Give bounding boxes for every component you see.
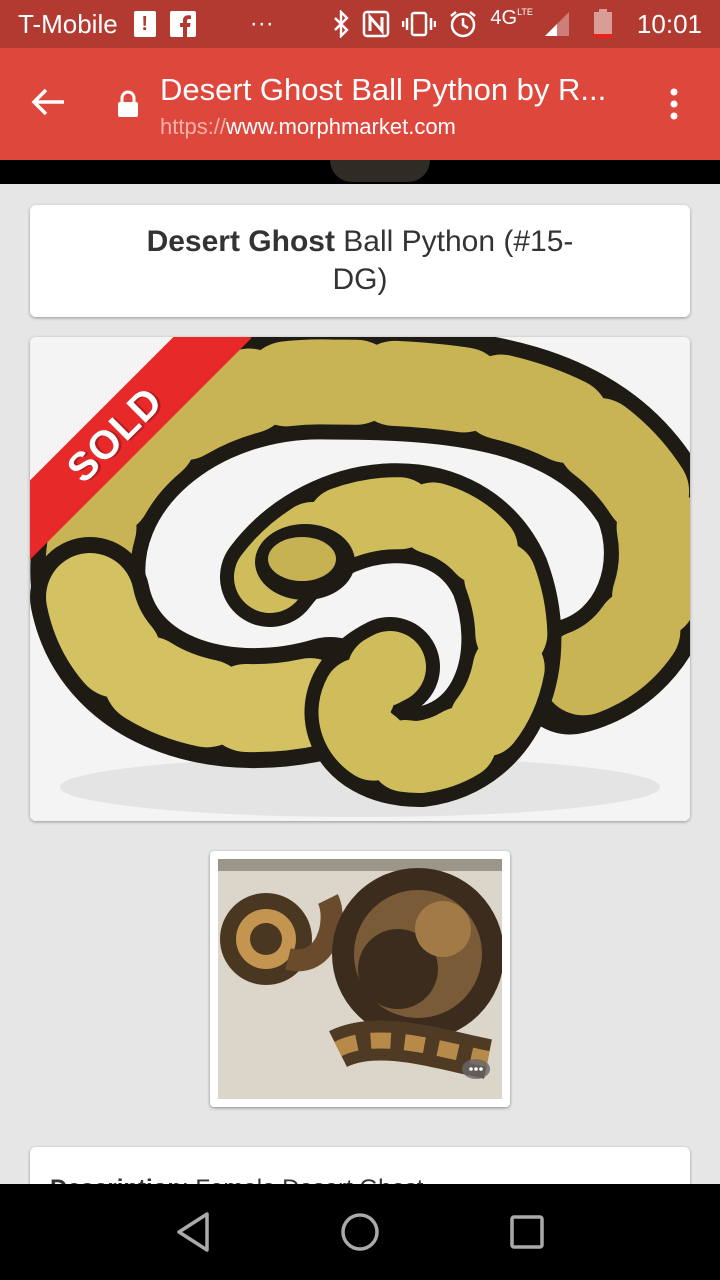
hatchlings-photo: [218, 859, 502, 1099]
carrier-label: T-Mobile: [18, 8, 118, 39]
listing-title-bold: Desert Ghost: [146, 225, 335, 258]
thumbnail-photo[interactable]: [210, 851, 510, 1107]
main-photo[interactable]: SOLD: [30, 337, 690, 821]
nav-home-icon[interactable]: [338, 1210, 382, 1254]
more-notifications-icon: ···: [249, 10, 274, 37]
nav-recents-icon[interactable]: [507, 1212, 547, 1252]
back-arrow-icon[interactable]: [28, 82, 68, 122]
alert-icon: !: [133, 11, 156, 37]
bluetooth-icon: [334, 10, 350, 38]
listing-title-card: Desert Ghost Ball Python (#15-DG): [30, 205, 690, 317]
nfc-icon: [363, 10, 390, 38]
system-nav-bar: [0, 1184, 720, 1280]
nav-back-icon[interactable]: [173, 1210, 213, 1254]
page-title[interactable]: Desert Ghost Ball Python by R...: [160, 72, 630, 108]
alarm-icon: [450, 11, 477, 38]
browser-toolbar: Desert Ghost Ball Python by R... https:/…: [0, 48, 720, 160]
network-sub-label: LTE: [517, 7, 533, 17]
listing-title-rest: Ball Python (#15-DG): [332, 225, 574, 296]
battery-icon: [593, 9, 612, 38]
signal-icon: [544, 12, 569, 36]
network-type-label: 4G: [490, 6, 518, 29]
vibrate-icon: [402, 11, 437, 37]
lock-icon: [118, 90, 138, 117]
listing-title: Desert Ghost Ball Python (#15-DG): [120, 223, 600, 299]
url-host: www.morphmarket.com: [226, 114, 456, 139]
clock: 10:01: [636, 8, 702, 39]
status-bar: T-Mobile ! ··· 4G LTE 10:01: [0, 0, 720, 48]
overflow-menu-icon[interactable]: [664, 86, 684, 122]
header-image-strip: [0, 160, 720, 184]
facebook-icon: [169, 11, 196, 37]
url-scheme: https://: [160, 114, 227, 139]
thumbnail-image: [218, 859, 502, 1099]
url-display[interactable]: https://www.morphmarket.com: [160, 114, 456, 140]
